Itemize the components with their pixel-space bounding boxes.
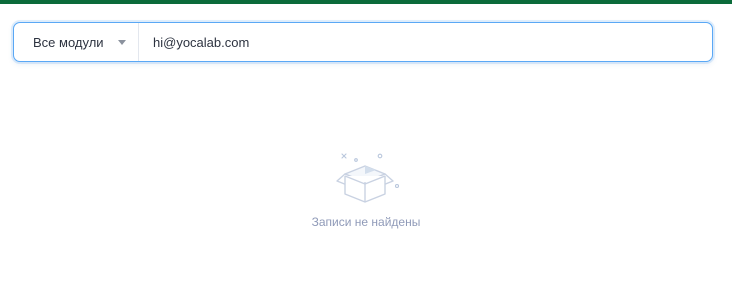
module-select-dropdown[interactable]: Все модули [14, 23, 139, 61]
top-accent-stripe [0, 0, 732, 4]
chevron-down-icon [117, 39, 126, 45]
module-select-label: Все модули [33, 34, 104, 50]
empty-state: Записи не найдены [0, 150, 732, 229]
empty-box-icon [336, 153, 400, 203]
search-input[interactable] [139, 23, 712, 61]
search-bar: Все модули [13, 22, 713, 62]
empty-state-message: Записи не найдены [311, 215, 421, 229]
